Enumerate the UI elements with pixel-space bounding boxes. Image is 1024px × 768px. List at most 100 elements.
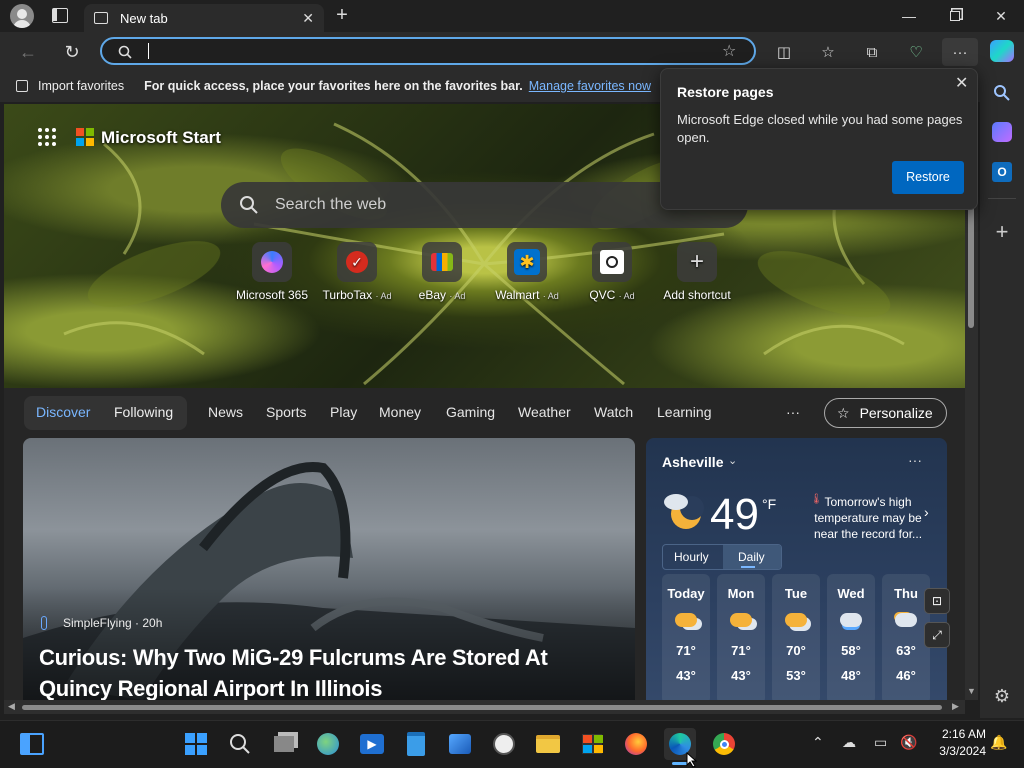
mouse-cursor-icon <box>686 752 698 768</box>
forecast-low: 48° <box>841 668 861 683</box>
app-launcher-icon[interactable] <box>38 128 56 146</box>
horizontal-scrollbar[interactable]: ◀ ▶ <box>4 700 965 714</box>
refresh-button[interactable]: ↻ <box>56 38 88 66</box>
ad-badge: · Ad <box>449 291 466 301</box>
forecast-day[interactable]: Today 71° 43° <box>662 574 710 700</box>
task-view-icon[interactable] <box>268 728 300 760</box>
split-screen-icon[interactable]: ◫ <box>768 38 800 66</box>
clock-date[interactable]: 3/3/2024 <box>924 744 986 758</box>
tab-new-tab[interactable]: New tab ✕ <box>84 4 324 32</box>
shortcut-add[interactable]: + Add shortcut <box>654 242 740 302</box>
close-window-button[interactable]: ✕ <box>978 0 1024 32</box>
network-icon[interactable]: ▭ <box>874 734 887 751</box>
widgets-icon[interactable] <box>16 728 48 760</box>
weather-city[interactable]: Asheville <box>662 454 723 470</box>
tab-sports[interactable]: Sports <box>266 404 306 420</box>
more-tabs-button[interactable]: ··· <box>786 404 800 420</box>
notepad-icon[interactable] <box>400 728 432 760</box>
media-player-icon[interactable]: ▶ <box>356 728 388 760</box>
forecast-day[interactable]: Wed 58° 48° <box>827 574 875 700</box>
forecast-day[interactable]: Mon 71° 43° <box>717 574 765 700</box>
sidebar-search-icon[interactable] <box>993 84 1011 102</box>
scroll-right-arrow[interactable]: ▶ <box>952 701 959 712</box>
photos-icon[interactable] <box>444 728 476 760</box>
sidebar-add-icon[interactable]: + <box>992 221 1012 243</box>
clock-app-icon[interactable] <box>488 728 520 760</box>
search-taskbar-icon[interactable] <box>224 728 256 760</box>
tab-learning[interactable]: Learning <box>657 404 712 420</box>
start-button[interactable] <box>180 728 212 760</box>
favorites-hint: For quick access, place your favorites h… <box>144 79 523 93</box>
settings-more-icon[interactable]: ··· <box>942 38 978 66</box>
chrome-icon[interactable] <box>708 728 740 760</box>
collections-icon[interactable]: ⧉ <box>856 38 888 66</box>
tab-hourly[interactable]: Hourly <box>674 550 709 564</box>
forecast-high: 58° <box>841 643 861 658</box>
microsoft-logo-icon <box>76 128 94 146</box>
new-tab-button[interactable]: + <box>332 4 352 28</box>
globe-app-icon[interactable] <box>312 728 344 760</box>
back-button[interactable]: ← <box>12 38 44 66</box>
address-input[interactable] <box>154 41 694 61</box>
notifications-bell-icon[interactable]: 🔔 <box>990 734 1007 751</box>
manage-favorites-link[interactable]: Manage favorites now <box>529 79 651 93</box>
favorite-star-icon[interactable]: ☆ <box>722 41 736 61</box>
story-headline[interactable]: Curious: Why Two MiG-29 Fulcrums Are Sto… <box>39 642 619 700</box>
expand-icon[interactable]: ⤢ <box>924 622 950 648</box>
profile-avatar[interactable] <box>10 4 34 28</box>
close-tab-icon[interactable]: ✕ <box>302 10 314 27</box>
clock-time[interactable]: 2:16 AM <box>930 727 986 741</box>
forecast-day[interactable]: Tue 70° 53° <box>772 574 820 700</box>
shortcut-turbotax[interactable]: ✓ TurboTax · Ad <box>314 242 400 302</box>
weather-alert-text[interactable]: Tomorrow's high temperature may be near … <box>804 494 932 542</box>
shortcut-qvc[interactable]: QVC · Ad <box>569 242 655 302</box>
chevron-right-icon[interactable]: › <box>924 504 929 520</box>
address-bar[interactable]: ☆ <box>100 37 756 65</box>
copilot-365-icon[interactable] <box>992 122 1012 142</box>
show-hidden-icons[interactable]: ⌃ <box>812 734 824 751</box>
horizontal-scroll-thumb[interactable] <box>22 705 942 710</box>
shortcut-microsoft-365[interactable]: Microsoft 365 <box>229 242 315 302</box>
tab-discover[interactable]: Discover <box>36 404 90 420</box>
story-card[interactable]: SimpleFlying · 20h Curious: Why Two MiG-… <box>23 438 635 700</box>
minimize-button[interactable]: — <box>886 0 932 32</box>
volume-muted-icon[interactable]: 🔇 <box>900 734 917 751</box>
shortcut-ebay[interactable]: eBay · Ad <box>399 242 485 302</box>
personalize-button[interactable]: ☆ Personalize <box>824 398 947 428</box>
tab-play[interactable]: Play <box>330 404 357 420</box>
file-explorer-icon[interactable] <box>532 728 564 760</box>
scroll-down-arrow[interactable]: ▼ <box>967 686 976 696</box>
favorites-icon[interactable]: ☆ <box>812 38 844 66</box>
forecast-high: 71° <box>676 643 696 658</box>
weather-card[interactable]: Asheville ⌄ ··· 49 °F 🌡 Tomorrow's high … <box>646 438 947 700</box>
microsoft-start-brand[interactable]: Microsoft Start <box>101 128 221 148</box>
tab-actions-icon[interactable] <box>52 8 68 23</box>
tab-following[interactable]: Following <box>114 404 173 420</box>
tab-news[interactable]: News <box>208 404 243 420</box>
walmart-spark-icon: ✱ <box>514 249 540 275</box>
weather-more-icon[interactable]: ··· <box>908 452 922 468</box>
restore-button[interactable] <box>932 0 978 32</box>
copilot-icon[interactable] <box>990 40 1014 62</box>
image-feedback-icon[interactable]: ⊡ <box>924 588 950 614</box>
microsoft-store-icon[interactable] <box>576 728 608 760</box>
shortcut-walmart[interactable]: ✱ Walmart · Ad <box>484 242 570 302</box>
import-favorites-button[interactable]: Import favorites <box>38 79 124 93</box>
tab-weather[interactable]: Weather <box>518 404 571 420</box>
tab-money[interactable]: Money <box>379 404 421 420</box>
chevron-down-icon[interactable]: ⌄ <box>728 454 737 467</box>
tab-gaming[interactable]: Gaming <box>446 404 495 420</box>
browser-essentials-icon[interactable]: ♡ <box>900 38 932 66</box>
tab-daily[interactable]: Daily <box>738 550 765 564</box>
restore-button[interactable]: Restore <box>892 161 964 194</box>
firefox-icon[interactable] <box>620 728 652 760</box>
shortcut-tile <box>592 242 632 282</box>
onedrive-icon[interactable]: ☁ <box>842 734 856 751</box>
scroll-left-arrow[interactable]: ◀ <box>8 701 15 712</box>
sidebar-settings-icon[interactable]: ⚙ <box>992 686 1012 706</box>
dialog-close-icon[interactable]: ✕ <box>955 73 968 93</box>
tab-watch[interactable]: Watch <box>594 404 633 420</box>
forecast-day[interactable]: Thu 63° 46° <box>882 574 930 700</box>
outlook-icon[interactable]: O <box>992 162 1012 182</box>
import-icon <box>16 80 28 92</box>
